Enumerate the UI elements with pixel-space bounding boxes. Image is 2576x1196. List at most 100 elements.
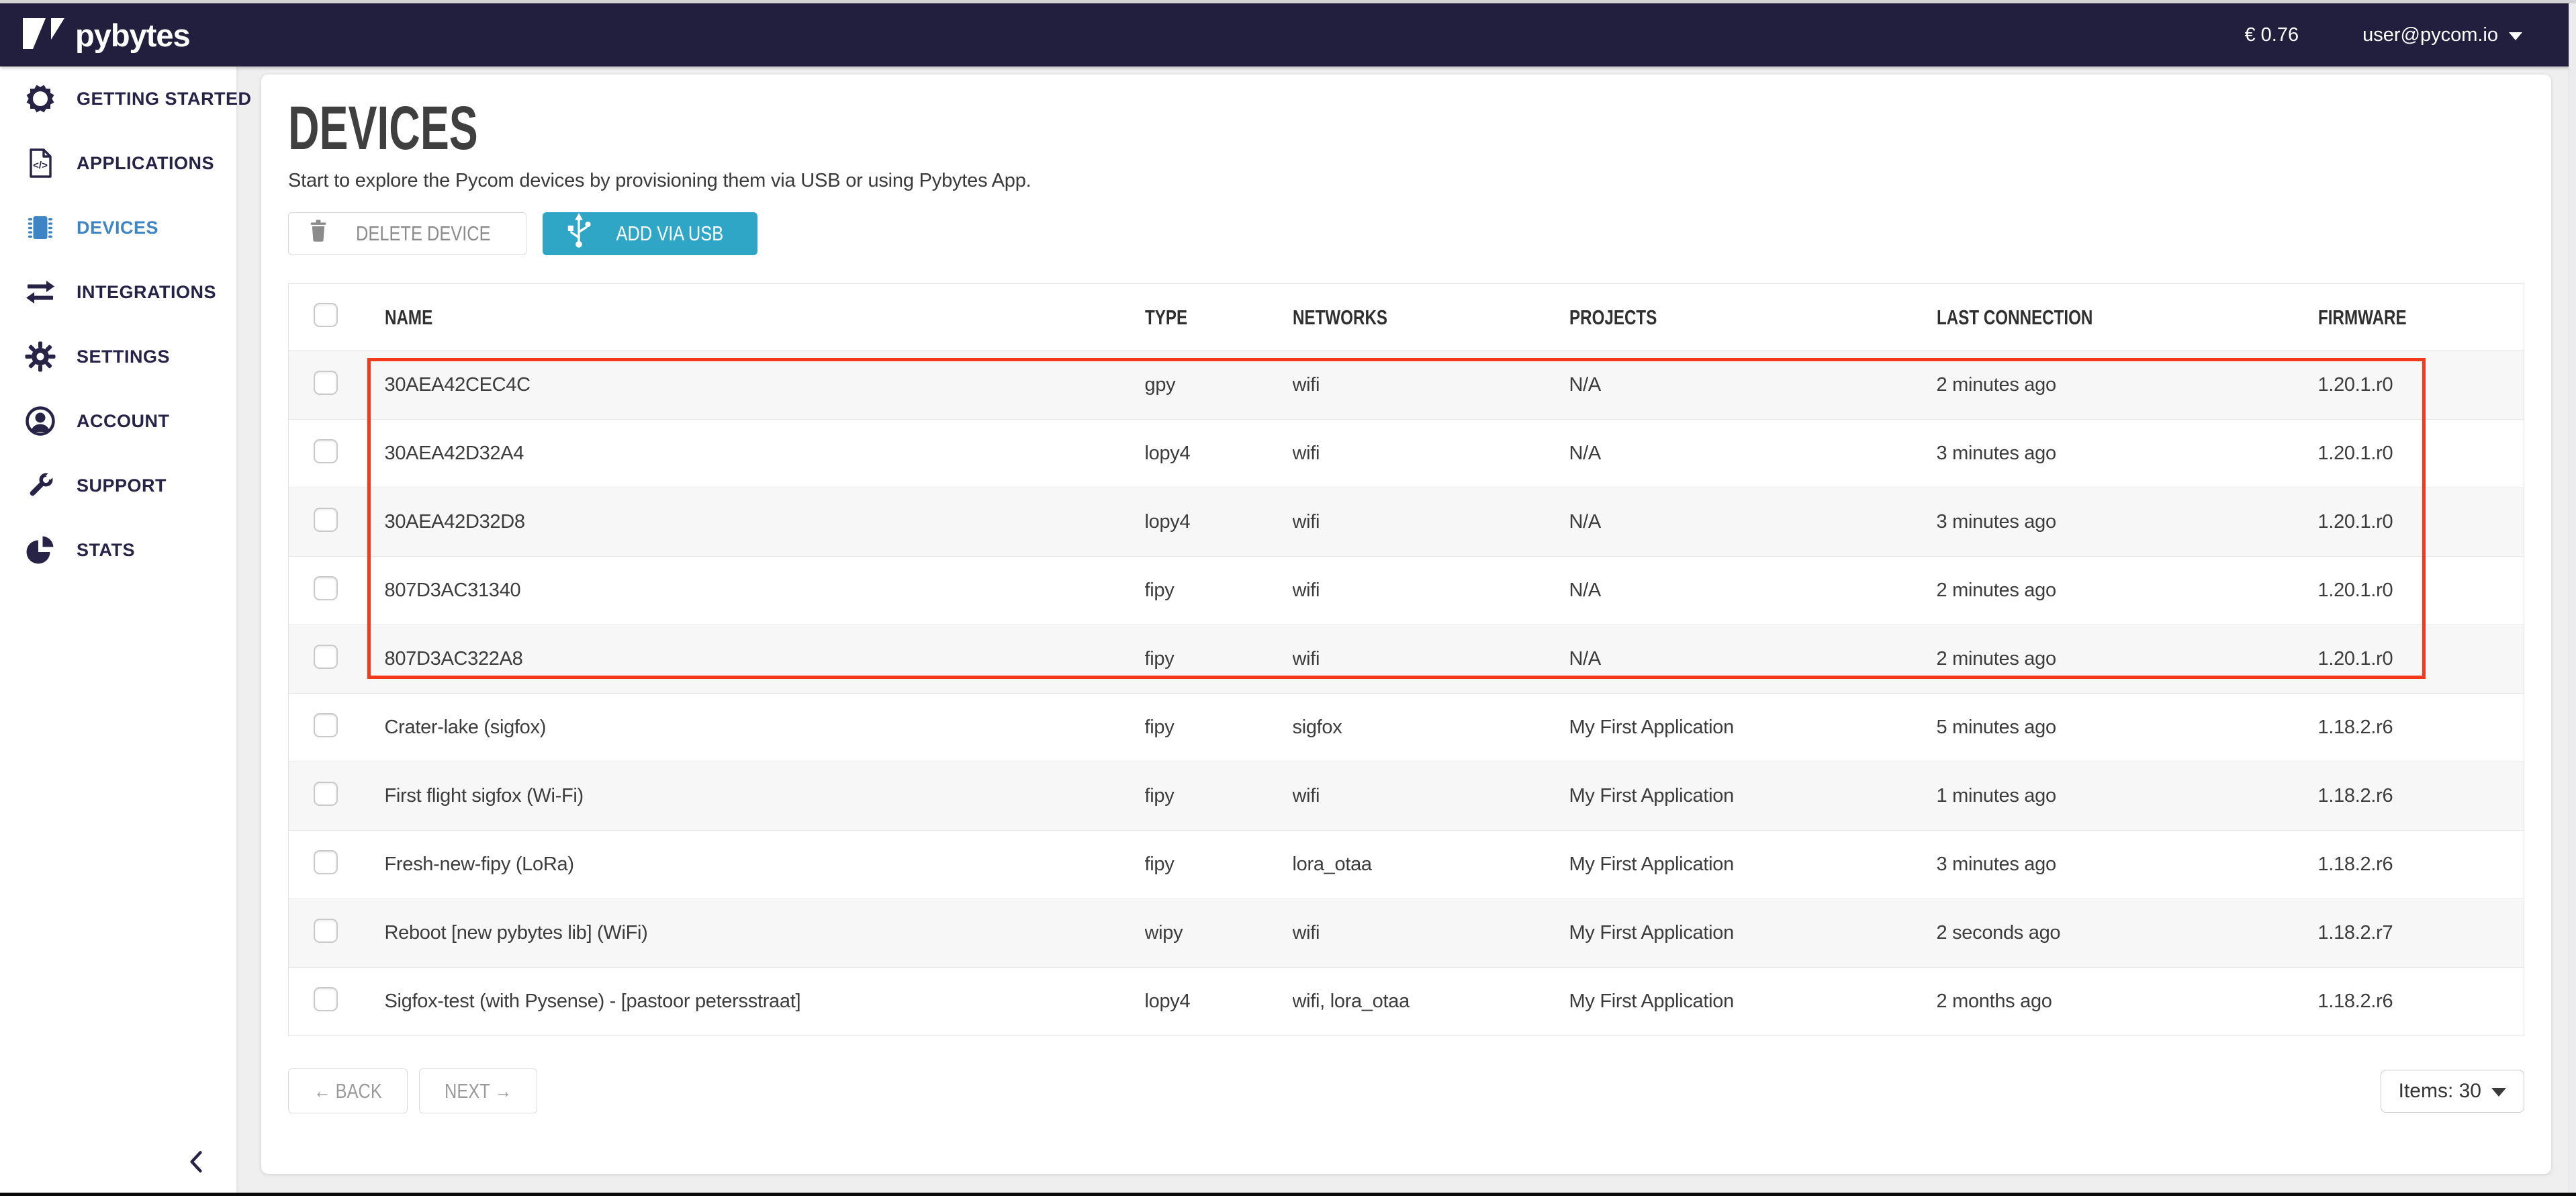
device-projects: My First Application: [1569, 831, 1937, 899]
sidebar-item-account[interactable]: ACCOUNT: [0, 389, 236, 453]
badge-icon: [24, 83, 56, 115]
device-type: fipy: [1145, 694, 1293, 762]
table-row[interactable]: First flight sigfox (Wi-Fi) fipy wifi My…: [289, 762, 2524, 831]
row-checkbox[interactable]: [314, 439, 338, 463]
device-name: 30AEA42CEC4C: [363, 351, 1145, 420]
row-checkbox[interactable]: [314, 371, 338, 395]
sidebar-item-stats[interactable]: STATS: [0, 518, 236, 582]
device-projects: My First Application: [1569, 762, 1937, 831]
back-button[interactable]: ← BACK: [288, 1068, 408, 1113]
device-networks: sigfox: [1293, 694, 1569, 762]
chevron-down-icon: [2491, 1088, 2506, 1097]
device-type: fipy: [1145, 625, 1293, 694]
device-last-connection: 2 minutes ago: [1937, 557, 2318, 625]
sidebar-item-support[interactable]: SUPPORT: [0, 453, 236, 518]
table-row[interactable]: 807D3AC322A8 fipy wifi N/A 2 minutes ago…: [289, 625, 2524, 694]
row-checkbox[interactable]: [314, 987, 338, 1011]
device-name: Crater-lake (sigfox): [363, 694, 1145, 762]
device-last-connection: 3 minutes ago: [1937, 488, 2318, 557]
window-bottom-edge: [0, 1193, 2576, 1196]
toolbar: DELETE DEVICE: [288, 212, 2524, 255]
balance[interactable]: € 0.76: [2244, 24, 2299, 46]
devices-card: DEVICES Start to explore the Pycom devic…: [261, 75, 2551, 1174]
device-type: lopy4: [1145, 488, 1293, 557]
brand[interactable]: pybytes: [20, 15, 190, 55]
sidebar-collapse-button[interactable]: [183, 1148, 210, 1175]
table-header-row: NAME TYPE NETWORKS PROJECTS LAST CONNECT…: [289, 284, 2524, 351]
sidebar-item-label: DEVICES: [77, 218, 158, 238]
device-table-body: 30AEA42CEC4C gpy wifi N/A 2 minutes ago …: [289, 351, 2524, 1036]
code-file-icon: </>: [24, 147, 56, 179]
table-row[interactable]: 807D3AC31340 fipy wifi N/A 2 minutes ago…: [289, 557, 2524, 625]
brand-name: pybytes: [75, 17, 190, 54]
device-networks: wifi: [1293, 420, 1569, 488]
sidebar-item-label: SUPPORT: [77, 475, 167, 496]
sidebar-item-getting-started[interactable]: GETTING STARTED: [0, 66, 236, 131]
column-header-type: TYPE: [1145, 284, 1293, 351]
device-networks: wifi: [1293, 488, 1569, 557]
table-row[interactable]: Sigfox-test (with Pysense) - [pastoor pe…: [289, 968, 2524, 1036]
row-checkbox[interactable]: [314, 645, 338, 669]
chevron-down-icon: [2509, 32, 2522, 40]
device-projects: N/A: [1569, 625, 1937, 694]
sidebar-item-integrations[interactable]: INTEGRATIONS: [0, 260, 236, 324]
pagination: ← BACK NEXT → Items: 30: [288, 1068, 2524, 1113]
device-firmware: 1.18.2.r6: [2318, 968, 2524, 1036]
svg-text:</>: </>: [33, 160, 48, 171]
column-header-name: NAME: [363, 284, 1145, 351]
device-firmware: 1.18.2.r6: [2318, 694, 2524, 762]
delete-device-label: DELETE DEVICE: [356, 222, 491, 246]
sidebar-item-applications[interactable]: </> APPLICATIONS: [0, 131, 236, 195]
page-title: DEVICES: [288, 97, 2524, 159]
device-last-connection: 5 minutes ago: [1937, 694, 2318, 762]
device-name: 807D3AC31340: [363, 557, 1145, 625]
device-networks: wifi: [1293, 557, 1569, 625]
device-name: First flight sigfox (Wi-Fi): [363, 762, 1145, 831]
top-bar: pybytes € 0.76 user@pycom.io: [0, 3, 2576, 66]
table-row[interactable]: Crater-lake (sigfox) fipy sigfox My Firs…: [289, 694, 2524, 762]
row-checkbox[interactable]: [314, 850, 338, 874]
device-type: fipy: [1145, 762, 1293, 831]
sidebar-item-devices[interactable]: DEVICES: [0, 195, 236, 260]
device-type: fipy: [1145, 831, 1293, 899]
table-row[interactable]: Reboot [new pybytes lib] (WiFi) wipy wif…: [289, 899, 2524, 968]
row-checkbox[interactable]: [314, 782, 338, 806]
device-type: lopy4: [1145, 420, 1293, 488]
device-last-connection: 2 months ago: [1937, 968, 2318, 1036]
device-networks: wifi: [1293, 625, 1569, 694]
table-row[interactable]: 30AEA42CEC4C gpy wifi N/A 2 minutes ago …: [289, 351, 2524, 420]
chip-icon: [24, 212, 56, 244]
column-header-firmware: FIRMWARE: [2318, 284, 2524, 351]
row-checkbox[interactable]: [314, 713, 338, 737]
table-row[interactable]: 30AEA42D32D8 lopy4 wifi N/A 3 minutes ag…: [289, 488, 2524, 557]
table-row[interactable]: 30AEA42D32A4 lopy4 wifi N/A 3 minutes ag…: [289, 420, 2524, 488]
column-header-networks: NETWORKS: [1293, 284, 1569, 351]
table-row[interactable]: Fresh-new-fipy (LoRa) fipy lora_otaa My …: [289, 831, 2524, 899]
row-checkbox[interactable]: [314, 508, 338, 532]
sidebar-item-label: ACCOUNT: [77, 411, 170, 432]
device-type: gpy: [1145, 351, 1293, 420]
scrollbar[interactable]: [2569, 3, 2576, 1193]
device-last-connection: 3 minutes ago: [1937, 831, 2318, 899]
sidebar-item-label: SETTINGS: [77, 347, 170, 367]
select-all-checkbox[interactable]: [314, 303, 338, 327]
device-firmware: 1.20.1.r0: [2318, 420, 2524, 488]
next-button[interactable]: NEXT →: [419, 1068, 537, 1113]
add-via-usb-label: ADD VIA USB: [616, 222, 723, 246]
delete-device-button[interactable]: DELETE DEVICE: [288, 212, 526, 255]
items-per-page-label: Items: 30: [2399, 1080, 2481, 1103]
items-per-page-select[interactable]: Items: 30: [2381, 1070, 2524, 1113]
row-checkbox[interactable]: [314, 576, 338, 600]
device-projects: N/A: [1569, 557, 1937, 625]
row-checkbox[interactable]: [314, 919, 338, 943]
pie-chart-icon: [24, 534, 56, 566]
device-last-connection: 2 minutes ago: [1937, 625, 2318, 694]
window-top-edge: [0, 0, 2576, 3]
column-header-last-connection: LAST CONNECTION: [1937, 284, 2318, 351]
sidebar-item-settings[interactable]: SETTINGS: [0, 324, 236, 389]
device-projects: N/A: [1569, 351, 1937, 420]
device-networks: wifi: [1293, 762, 1569, 831]
add-via-usb-button[interactable]: ADD VIA USB: [543, 212, 758, 255]
swap-arrows-icon: [24, 276, 56, 308]
user-menu[interactable]: user@pycom.io: [2362, 24, 2522, 46]
